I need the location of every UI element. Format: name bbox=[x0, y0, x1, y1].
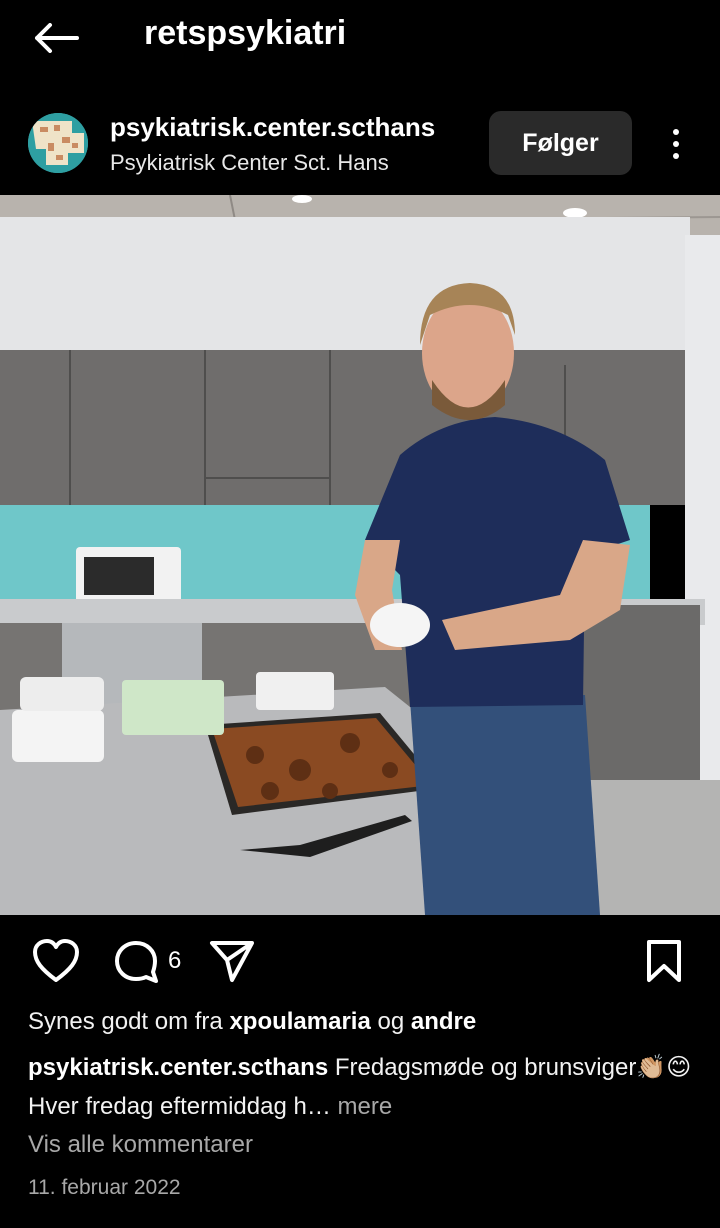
caption-more-link[interactable]: mere bbox=[337, 1093, 392, 1120]
likes-prefix: Synes godt om fra bbox=[28, 1008, 223, 1035]
share-button[interactable] bbox=[206, 935, 258, 987]
likes-summary[interactable]: Synes godt om fra xpoulamaria og andre bbox=[28, 1008, 476, 1036]
top-bar: retspsykiatri bbox=[0, 0, 720, 80]
avatar-map-icon bbox=[28, 113, 88, 173]
like-button[interactable] bbox=[30, 935, 82, 987]
comment-count: 6 bbox=[168, 947, 182, 974]
comment-button[interactable] bbox=[110, 935, 162, 987]
post-username[interactable]: psykiatrisk.center.scthans bbox=[110, 112, 435, 143]
back-button[interactable] bbox=[30, 16, 82, 60]
comment-icon bbox=[115, 941, 158, 983]
share-icon bbox=[210, 941, 254, 982]
post-header: psykiatrisk.center.scthans Psykiatrisk C… bbox=[0, 100, 720, 190]
heart-icon bbox=[33, 939, 79, 982]
liker-username[interactable]: xpoulamaria bbox=[229, 1008, 370, 1035]
caption-author[interactable]: psykiatrisk.center.scthans bbox=[28, 1054, 328, 1081]
post-action-bar: 6 bbox=[0, 925, 720, 995]
post-full-name: Psykiatrisk Center Sct. Hans bbox=[110, 150, 389, 175]
more-options-icon[interactable] bbox=[660, 118, 692, 170]
save-button[interactable] bbox=[640, 935, 688, 987]
post-date: 11. februar 2022 bbox=[28, 1176, 181, 1199]
following-button[interactable]: Følger bbox=[489, 111, 632, 175]
post-photo[interactable] bbox=[0, 195, 720, 915]
likes-joiner: og bbox=[377, 1008, 405, 1035]
page-title: retspsykiatri bbox=[144, 14, 347, 52]
bookmark-icon bbox=[647, 940, 681, 982]
post-caption: psykiatrisk.center.scthans Fredagsmøde o… bbox=[28, 1048, 692, 1126]
back-arrow-icon bbox=[35, 23, 79, 53]
view-all-comments-link[interactable]: Vis alle kommentarer bbox=[28, 1131, 253, 1159]
avatar[interactable] bbox=[28, 113, 88, 173]
kitchen-photo bbox=[0, 195, 720, 915]
likes-others[interactable]: andre bbox=[411, 1008, 476, 1035]
